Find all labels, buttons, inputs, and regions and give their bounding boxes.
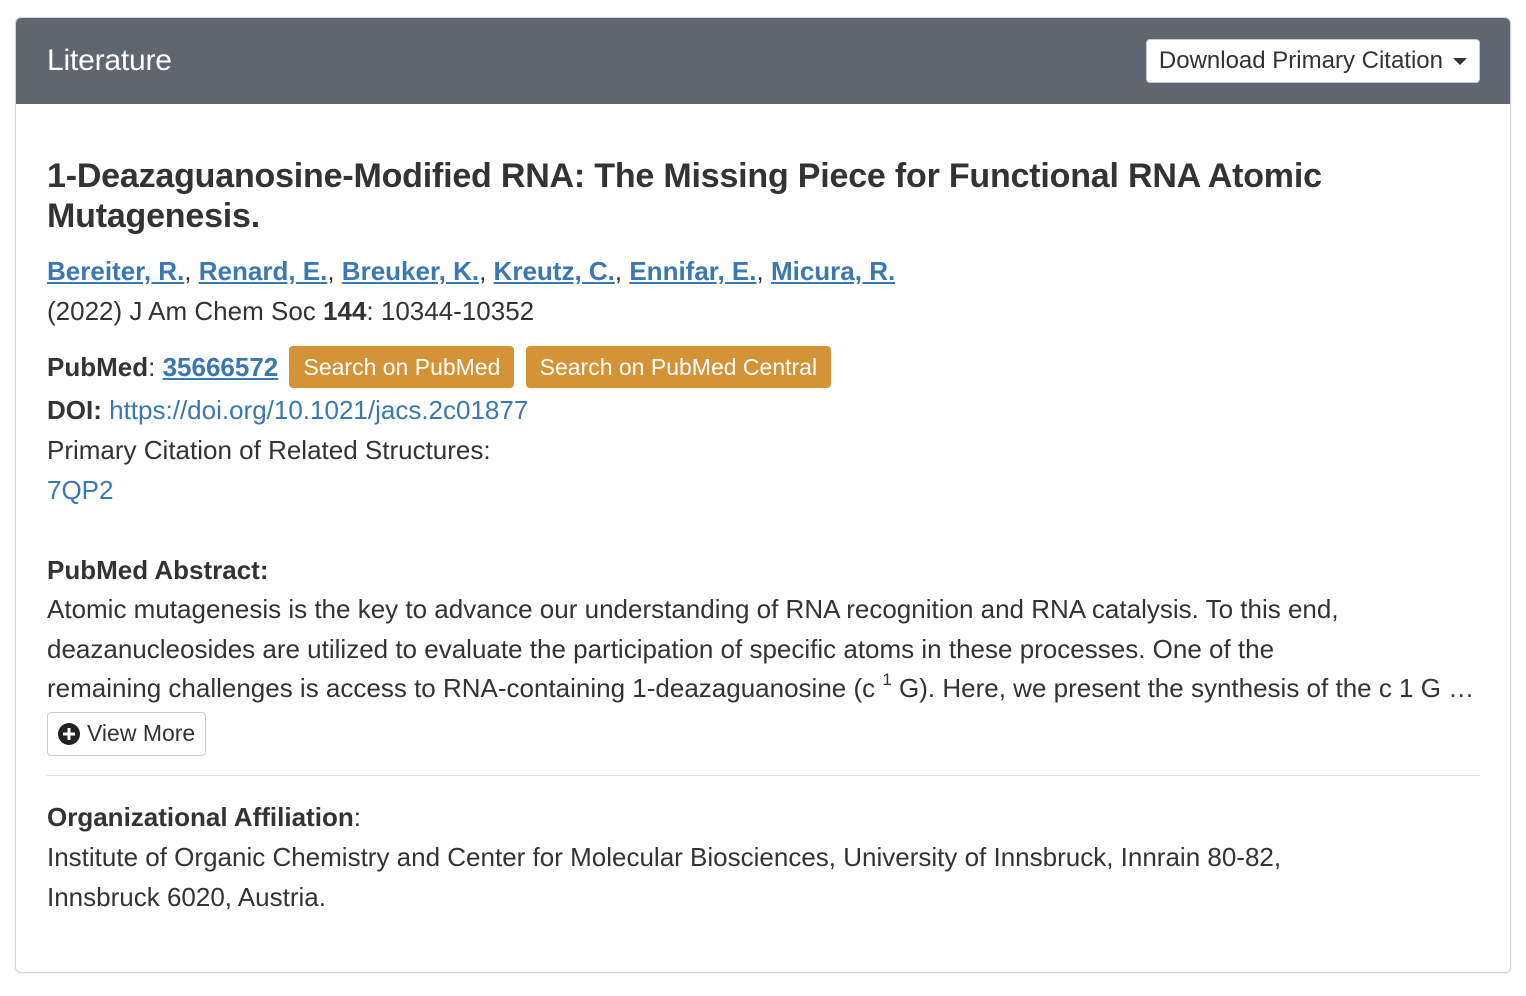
citation-volume: 144 xyxy=(323,296,367,326)
abstract-line: deazanucleosides are utilized to evaluat… xyxy=(47,633,1275,664)
panel-title: Literature xyxy=(47,44,172,77)
author-list: Bereiter, R., Renard, E., Breuker, K., K… xyxy=(47,251,1480,291)
pubmed-id-link[interactable]: 35666572 xyxy=(163,352,279,382)
doi-link[interactable]: https://doi.org/10.1021/jacs.2c01877 xyxy=(109,395,528,425)
author-link[interactable]: Bereiter, R. xyxy=(47,256,184,286)
article-title: 1-Deazaguanosine-Modified RNA: The Missi… xyxy=(47,157,1322,235)
author-link[interactable]: Ennifar, E. xyxy=(629,256,756,286)
abstract-text: Atomic mutagenesis is the key to advance… xyxy=(47,590,1480,709)
author-link[interactable]: Micura, R. xyxy=(771,256,895,286)
citation-line: (2022) J Am Chem Soc 144: 10344-10352 xyxy=(47,296,535,326)
view-more-label: View More xyxy=(87,720,196,747)
affiliation-heading: Organizational Affiliation xyxy=(47,801,354,832)
view-more-button[interactable]: View More xyxy=(47,711,207,756)
author-separator: , xyxy=(756,256,771,286)
related-structures-list: 7QP2 xyxy=(47,470,1480,510)
abstract-line: remaining challenges is access to RNA-co… xyxy=(47,669,1480,709)
search-pubmed-button[interactable]: Search on PubMed xyxy=(289,346,515,389)
author-link[interactable]: Kreutz, C. xyxy=(494,256,615,286)
doi-row: DOI: https://doi.org/10.1021/jacs.2c0187… xyxy=(47,390,1480,430)
abstract-superscript: 1 xyxy=(882,670,892,690)
affiliation-line: Institute of Organic Chemistry and Cente… xyxy=(47,841,1282,872)
structure-link-7qp2[interactable]: 7QP2 xyxy=(47,475,114,505)
divider xyxy=(47,774,1480,776)
panel-body: 1-Deazaguanosine-Modified RNA: The Missi… xyxy=(16,104,1510,917)
related-structures-label: Primary Citation of Related Structures: xyxy=(47,435,491,466)
author-link[interactable]: Renard, E. xyxy=(199,256,328,286)
panel-header: Literature Download Primary Citation xyxy=(16,18,1510,104)
abstract-line: Atomic mutagenesis is the key to advance… xyxy=(47,594,1339,625)
author-link[interactable]: Breuker, K. xyxy=(342,256,479,286)
caret-down-icon xyxy=(1453,57,1467,65)
author-separator: , xyxy=(327,256,342,286)
citation-journal: J Am Chem Soc xyxy=(129,296,316,326)
author-separator: , xyxy=(479,256,494,286)
abstract-heading: PubMed Abstract: xyxy=(47,555,269,586)
citation-year: (2022) xyxy=(47,296,123,326)
author-separator: , xyxy=(184,256,199,286)
doi-label: DOI: xyxy=(47,395,102,426)
pubmed-label: PubMed xyxy=(47,352,149,382)
abstract-fragment: G). Here, we present the synthesis of th… xyxy=(899,673,1480,704)
abstract-fragment: remaining challenges is access to RNA-co… xyxy=(47,673,883,704)
literature-panel: Literature Download Primary Citation 1-D… xyxy=(15,17,1511,973)
download-citation-label: Download Primary Citation xyxy=(1158,47,1443,74)
citation-pages: 10344-10352 xyxy=(380,296,535,326)
search-pubmed-central-button[interactable]: Search on PubMed Central xyxy=(525,346,832,389)
pubmed-row: PubMed: 35666572 Search on PubMed Search… xyxy=(47,346,1480,390)
affiliation-line: Innsbruck 6020, Austria. xyxy=(47,881,326,912)
author-separator: , xyxy=(614,256,630,286)
download-citation-button[interactable]: Download Primary Citation xyxy=(1145,39,1480,83)
affiliation-heading-row: Organizational Affiliation: xyxy=(47,801,361,832)
plus-circle-icon xyxy=(58,722,80,745)
